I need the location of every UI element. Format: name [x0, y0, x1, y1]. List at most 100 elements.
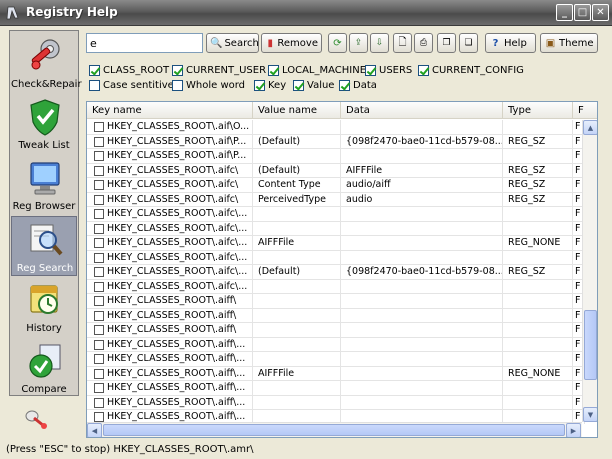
maximize-button[interactable]: □	[574, 4, 591, 21]
table-cell	[341, 250, 503, 265]
table-cell	[341, 236, 503, 250]
shield-check-icon	[30, 99, 60, 136]
table-cell	[253, 308, 341, 323]
document-icon: 🗋	[398, 36, 407, 48]
table-cell	[253, 207, 341, 221]
table-row[interactable]: HKEY_CLASSES_ROOT\.aif\P... F	[87, 149, 585, 164]
table-cell: HKEY_CLASSES_ROOT\.aiff\...	[87, 337, 253, 352]
table-cell: HKEY_CLASSES_ROOT\.aifc\...	[87, 221, 253, 236]
search-input[interactable]	[86, 33, 203, 53]
table-cell: HKEY_CLASSES_ROOT\.aif\P...	[87, 134, 253, 149]
print-button[interactable]: ⎙	[414, 33, 433, 53]
minimize-button[interactable]: _	[556, 4, 573, 21]
sidebar-item-label: Tweak List	[18, 140, 70, 151]
table-cell: HKEY_CLASSES_ROOT\.aiff\	[87, 323, 253, 337]
checkbox-whole-word[interactable]: Whole word	[172, 80, 245, 91]
checkbox-case-sensitive[interactable]: Case sentitive	[89, 80, 174, 91]
vertical-scrollbar[interactable]: ▲ ▼	[582, 120, 597, 422]
new-file-button[interactable]: 🗋	[393, 33, 412, 53]
table-body: HKEY_CLASSES_ROOT\.aif\O... F HKEY_CLASSES…	[87, 120, 585, 425]
import-icon: ⇩	[375, 38, 384, 48]
magnifier-icon: 🔍	[210, 37, 223, 49]
checkbox-current-config[interactable]: CURRENT_CONFIG	[418, 65, 524, 76]
printer-icon: ⎙	[419, 38, 428, 48]
sidebar-item-tweak-list[interactable]: Tweak List	[11, 94, 77, 154]
copy-button[interactable]: ❐	[437, 33, 456, 53]
sidebar-item-reg-browser[interactable]: Reg Browser	[11, 155, 77, 215]
help-icon: ?	[492, 37, 499, 49]
table-cell	[341, 294, 503, 308]
horizontal-scroll-thumb[interactable]	[103, 424, 565, 436]
refresh-button[interactable]: ⟳	[328, 33, 347, 53]
column-value-name[interactable]: Value name	[253, 102, 341, 119]
table-cell: AIFFFile	[253, 366, 341, 381]
results-table[interactable]: Key name Value name Data Type F HKEY_CLA…	[86, 101, 598, 438]
table-cell: audio/aiff	[341, 178, 503, 192]
table-cell	[503, 337, 573, 352]
column-type[interactable]: Type	[503, 102, 573, 119]
checkbox-value[interactable]: Value	[293, 80, 334, 91]
table-row[interactable]: HKEY_CLASSES_ROOT\.aifc\... F	[87, 221, 585, 236]
table-row[interactable]: HKEY_CLASSES_ROOT\.aifc\... F	[87, 279, 585, 294]
scroll-right-arrow-icon[interactable]: ▶	[566, 423, 581, 437]
table-cell	[503, 352, 573, 366]
sidebar-item-compare[interactable]: Compare	[11, 338, 77, 398]
table-row[interactable]: HKEY_CLASSES_ROOT\.aif\P... (Default) {098…	[87, 134, 585, 149]
table-row[interactable]: HKEY_CLASSES_ROOT\.aifc\... AIFFFile REG_N…	[87, 236, 585, 251]
scroll-up-arrow-icon[interactable]: ▲	[583, 120, 597, 135]
table-row[interactable]: HKEY_CLASSES_ROOT\.aiff\... F	[87, 352, 585, 367]
table-cell	[503, 279, 573, 294]
import-button[interactable]: ⇩	[370, 33, 389, 53]
table-row[interactable]: HKEY_CLASSES_ROOT\.aifc\ Content Type audi…	[87, 178, 585, 193]
checkbox-data[interactable]: Data	[339, 80, 377, 91]
help-button[interactable]: ? Help	[485, 33, 536, 53]
remove-button[interactable]: ▮ Remove	[261, 33, 322, 53]
table-cell: REG_SZ	[503, 134, 573, 149]
theme-button[interactable]: ▣ Theme	[540, 33, 598, 53]
checkbox-key[interactable]: Key	[254, 80, 286, 91]
paste-button[interactable]: ❏	[459, 33, 478, 53]
horizontal-scrollbar[interactable]: ◀ ▶	[87, 422, 582, 437]
checkbox-local-machine[interactable]: LOCAL_MACHINE	[268, 65, 366, 76]
scroll-left-arrow-icon[interactable]: ◀	[87, 423, 102, 437]
scroll-down-arrow-icon[interactable]: ▼	[583, 407, 597, 422]
column-data[interactable]: Data	[341, 102, 503, 119]
table-row[interactable]: HKEY_CLASSES_ROOT\.aiff\ F	[87, 323, 585, 338]
table-row[interactable]: HKEY_CLASSES_ROOT\.aiff\... F	[87, 381, 585, 396]
table-cell	[503, 207, 573, 221]
window-title: Registry Help	[26, 5, 118, 19]
checkbox-class-root[interactable]: CLASS_ROOT	[89, 65, 169, 76]
app-icon	[6, 6, 19, 20]
table-row[interactable]: HKEY_CLASSES_ROOT\.aifc\... F	[87, 250, 585, 265]
vertical-scroll-thumb[interactable]	[584, 310, 597, 380]
table-cell: {098f2470-bae0-11cd-b579-08...	[341, 265, 503, 279]
table-row[interactable]: HKEY_CLASSES_ROOT\.aiff\... AIFFFile REG_N…	[87, 366, 585, 381]
table-cell: audio	[341, 192, 503, 207]
table-row[interactable]: HKEY_CLASSES_ROOT\.aif\O... F	[87, 120, 585, 135]
search-button[interactable]: 🔍 Search	[206, 33, 259, 53]
table-row[interactable]: HKEY_CLASSES_ROOT\.aifc\ (Default) AIFFFil…	[87, 163, 585, 178]
table-cell	[253, 149, 341, 163]
column-extra[interactable]: F	[573, 102, 597, 119]
column-key-name[interactable]: Key name	[87, 102, 253, 119]
table-cell	[341, 337, 503, 352]
sidebar-item-check-repair[interactable]: Check&Repair	[11, 33, 82, 93]
sidebar-item-reg-search[interactable]: Reg Search	[11, 216, 77, 276]
table-row[interactable]: HKEY_CLASSES_ROOT\.aifc\ PerceivedType aud…	[87, 192, 585, 207]
table-row[interactable]: HKEY_CLASSES_ROOT\.aiff\... F	[87, 337, 585, 352]
close-button[interactable]: ✕	[592, 4, 609, 21]
table-row[interactable]: HKEY_CLASSES_ROOT\.aiff\ F	[87, 308, 585, 323]
export-button[interactable]: ⇪	[349, 33, 368, 53]
table-row[interactable]: HKEY_CLASSES_ROOT\.aifc\... (Default) {098…	[87, 265, 585, 280]
table-cell: (Default)	[253, 163, 341, 178]
table-row[interactable]: HKEY_CLASSES_ROOT\.aifc\... F	[87, 207, 585, 222]
table-row[interactable]: HKEY_CLASSES_ROOT\.aiff\... F	[87, 395, 585, 410]
table-cell: HKEY_CLASSES_ROOT\.aif\O...	[87, 120, 253, 134]
table-cell	[253, 279, 341, 294]
table-row[interactable]: HKEY_CLASSES_ROOT\.aiff\ F	[87, 294, 585, 309]
table-cell: HKEY_CLASSES_ROOT\.aiff\...	[87, 352, 253, 366]
table-cell	[341, 221, 503, 236]
sidebar-item-history[interactable]: History	[11, 277, 77, 337]
checkbox-current-user[interactable]: CURRENT_USER	[172, 65, 266, 76]
checkbox-users[interactable]: USERS	[365, 65, 412, 76]
